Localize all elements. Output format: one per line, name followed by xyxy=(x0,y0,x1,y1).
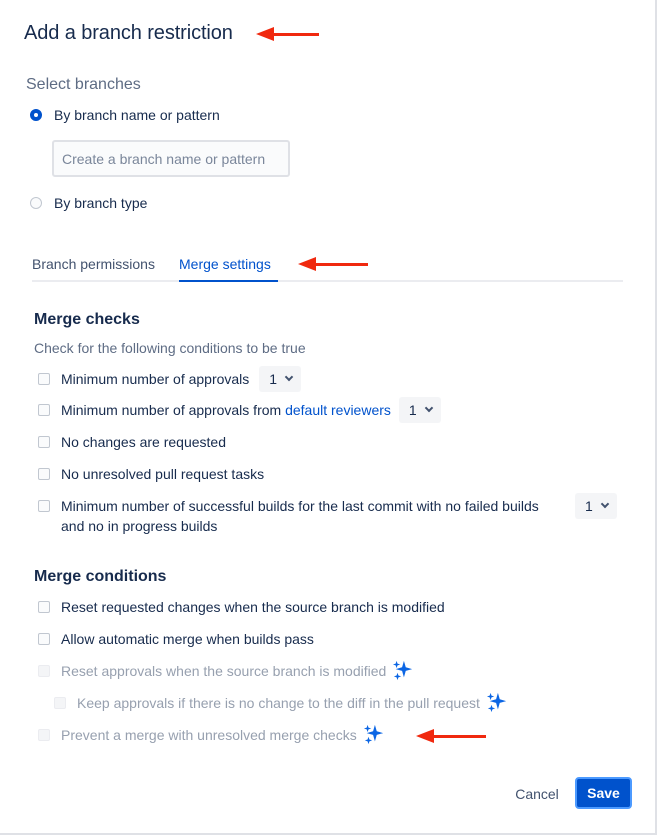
select-value: 1 xyxy=(269,371,278,387)
active-tab-indicator xyxy=(179,280,278,282)
check-label-line2: and no in progress builds xyxy=(61,518,218,534)
chevron-down-icon xyxy=(601,502,609,510)
radio-label: By branch name or pattern xyxy=(54,107,220,123)
checkbox-icon[interactable] xyxy=(38,500,50,512)
select-value: 1 xyxy=(585,498,593,514)
check-no-unresolved-tasks[interactable]: No unresolved pull request tasks xyxy=(38,464,264,484)
condition-label: Allow automatic merge when builds pass xyxy=(61,631,314,647)
radio-branch-type[interactable]: By branch type xyxy=(30,195,147,211)
checkbox-icon[interactable] xyxy=(38,436,50,448)
radio-branch-name-pattern[interactable]: By branch name or pattern xyxy=(30,107,220,123)
condition-label: Reset requested changes when the source … xyxy=(61,599,445,615)
cancel-button[interactable]: Cancel xyxy=(508,778,566,810)
chevron-down-icon xyxy=(425,406,433,414)
condition-label: Reset approvals when the source branch i… xyxy=(61,663,387,679)
check-label-line1: Minimum number of successful builds for … xyxy=(61,498,539,514)
checkbox-disabled-icon xyxy=(54,697,66,709)
check-no-changes-requested[interactable]: No changes are requested xyxy=(38,432,226,452)
check-label: Minimum number of approvals xyxy=(61,371,250,387)
tab-branch-permissions[interactable]: Branch permissions xyxy=(32,256,155,272)
merge-conditions-heading: Merge conditions xyxy=(34,568,167,585)
default-reviewers-approvals-select[interactable]: 1 xyxy=(398,397,441,423)
radio-checked-icon[interactable] xyxy=(30,109,42,121)
condition-prevent-unresolved-merge: Prevent a merge with unresolved merge ch… xyxy=(38,724,385,745)
check-label: Minimum number of approvals from xyxy=(61,402,286,418)
branch-restriction-dialog: Add a branch restriction Select branches… xyxy=(0,0,657,835)
sparkle-icon xyxy=(363,724,383,745)
chevron-down-icon xyxy=(285,375,293,383)
tab-merge-settings[interactable]: Merge settings xyxy=(179,256,271,272)
check-label: Minimum number of successful builds for … xyxy=(61,496,571,536)
checkbox-icon[interactable] xyxy=(38,373,50,385)
checkbox-disabled-icon xyxy=(38,729,50,741)
merge-checks-heading: Merge checks xyxy=(34,311,140,328)
min-approvals-select[interactable]: 1 xyxy=(259,366,302,392)
merge-checks-hint: Check for the following conditions to be… xyxy=(34,340,306,356)
select-value: 1 xyxy=(408,402,417,418)
sparkle-icon xyxy=(486,692,507,713)
checkbox-disabled-icon xyxy=(38,665,50,677)
checkbox-icon[interactable] xyxy=(38,468,50,480)
check-min-approvals[interactable]: Minimum number of approvals 1 xyxy=(38,366,302,392)
dialog-title: Add a branch restriction xyxy=(24,22,233,44)
condition-reset-approvals: Reset approvals when the source branch i… xyxy=(38,660,414,681)
default-reviewers-link[interactable]: default reviewers xyxy=(285,400,391,420)
select-branches-heading: Select branches xyxy=(26,76,141,93)
condition-reset-requested-changes[interactable]: Reset requested changes when the source … xyxy=(38,597,445,617)
check-min-approvals-default-reviewers[interactable]: Minimum number of approvals from default… xyxy=(38,397,441,423)
check-label: No changes are requested xyxy=(61,434,226,450)
condition-automatic-merge[interactable]: Allow automatic merge when builds pass xyxy=(38,629,314,649)
radio-unchecked-icon[interactable] xyxy=(30,197,42,209)
checkbox-icon[interactable] xyxy=(38,404,50,416)
branch-pattern-input[interactable] xyxy=(54,142,288,175)
annotation-arrow-condition xyxy=(416,729,486,743)
condition-keep-approvals: Keep approvals if there is no change to … xyxy=(54,692,508,713)
condition-label: Prevent a merge with unresolved merge ch… xyxy=(61,727,357,743)
annotation-arrow-tab xyxy=(298,257,368,271)
save-button[interactable]: Save xyxy=(575,777,632,809)
branch-pattern-field[interactable] xyxy=(52,140,290,177)
check-min-successful-builds[interactable]: Minimum number of successful builds for … xyxy=(38,493,624,536)
radio-label: By branch type xyxy=(54,195,148,211)
condition-label: Keep approvals if there is no change to … xyxy=(77,695,480,711)
check-label: No unresolved pull request tasks xyxy=(61,466,265,482)
successful-builds-select[interactable]: 1 xyxy=(575,493,617,519)
checkbox-icon[interactable] xyxy=(38,633,50,645)
checkbox-icon[interactable] xyxy=(38,601,50,613)
annotation-arrow-title xyxy=(256,27,319,41)
sparkle-icon xyxy=(393,660,413,681)
